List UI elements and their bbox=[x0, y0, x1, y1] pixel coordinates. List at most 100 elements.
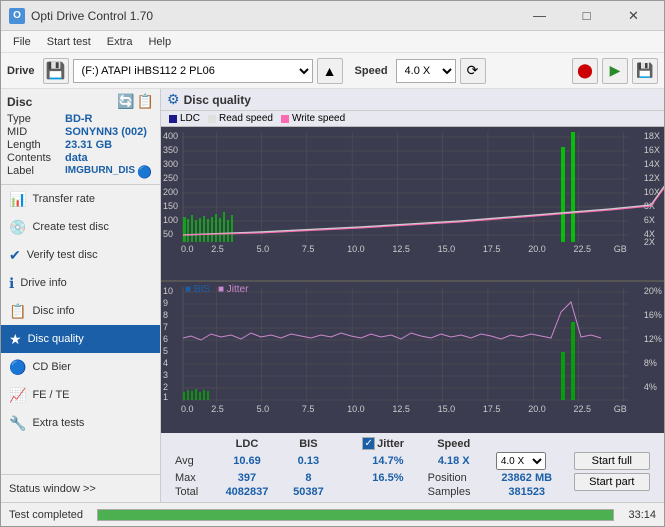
disc-panel-title: Disc bbox=[7, 95, 117, 109]
chart-bis-jitter-svg: 10 9 8 7 6 5 4 3 2 1 20% 16% 12% bbox=[161, 282, 664, 433]
svg-text:250: 250 bbox=[163, 173, 178, 183]
svg-text:2: 2 bbox=[163, 382, 168, 392]
disc-quality-header: ⚙ Disc quality bbox=[161, 89, 664, 111]
sidebar-item-transfer-rate[interactable]: 📊 Transfer rate bbox=[1, 185, 160, 213]
svg-text:100: 100 bbox=[163, 215, 178, 225]
sidebar-item-verify-test-disc[interactable]: ✔ Verify test disc bbox=[1, 241, 160, 269]
status-time: 33:14 bbox=[628, 509, 656, 521]
menubar: File Start test Extra Help bbox=[1, 31, 664, 53]
chart-bis-jitter: ■ BIS ■ Jitter 10 9 8 7 6 5 4 3 bbox=[161, 282, 664, 433]
eject-button[interactable]: ▲ bbox=[317, 58, 343, 84]
svg-text:10.0: 10.0 bbox=[347, 244, 365, 254]
start-full-button[interactable]: Start full bbox=[574, 452, 650, 470]
sidebar-item-label: Disc quality bbox=[28, 333, 84, 345]
svg-text:GB: GB bbox=[614, 244, 627, 254]
svg-text:5: 5 bbox=[163, 346, 168, 356]
speed-select[interactable]: 4.0 X bbox=[396, 59, 456, 83]
maximize-button[interactable]: □ bbox=[564, 1, 609, 31]
sidebar-item-fe-te[interactable]: 📈 FE / TE bbox=[1, 381, 160, 409]
sidebar-item-disc-info[interactable]: 📋 Disc info bbox=[1, 297, 160, 325]
statusbar: Test completed 33:14 bbox=[1, 502, 664, 526]
disc-label-row: Label IMGBURN_DIS 🔵 bbox=[7, 165, 154, 179]
sidebar-item-label: Extra tests bbox=[32, 417, 84, 429]
disc-quality-icon: ★ bbox=[9, 331, 22, 348]
stop-button[interactable]: ⬤ bbox=[572, 58, 598, 84]
svg-text:8: 8 bbox=[163, 310, 168, 320]
status-window-button[interactable]: Status window >> bbox=[1, 474, 160, 502]
svg-text:8%: 8% bbox=[644, 358, 657, 368]
svg-text:50: 50 bbox=[163, 229, 173, 239]
app-icon: O bbox=[9, 8, 25, 24]
legend-ldc: LDC bbox=[169, 113, 200, 124]
svg-text:GB: GB bbox=[614, 404, 627, 414]
menu-start-test[interactable]: Start test bbox=[39, 34, 99, 50]
menu-help[interactable]: Help bbox=[140, 34, 179, 50]
svg-text:20.0: 20.0 bbox=[528, 404, 546, 414]
legend-read-speed: Read speed bbox=[208, 113, 273, 124]
bis-legend-label: ■ BIS bbox=[185, 284, 210, 295]
svg-text:17.5: 17.5 bbox=[483, 244, 501, 254]
svg-text:7: 7 bbox=[163, 322, 168, 332]
svg-text:7.5: 7.5 bbox=[302, 244, 315, 254]
minimize-button[interactable]: — bbox=[517, 1, 562, 31]
svg-text:0.0: 0.0 bbox=[181, 404, 194, 414]
svg-text:15.0: 15.0 bbox=[438, 404, 456, 414]
disc-info-icon: 📋 bbox=[9, 303, 26, 320]
drive-select[interactable]: (F:) ATAPI iHBS112 2 PL06 bbox=[73, 59, 313, 83]
ldc-color bbox=[169, 115, 177, 123]
legend-write-speed: Write speed bbox=[281, 113, 345, 124]
svg-text:15.0: 15.0 bbox=[438, 244, 456, 254]
svg-text:14X: 14X bbox=[644, 159, 660, 169]
sidebar-item-label: Create test disc bbox=[32, 221, 108, 233]
menu-file[interactable]: File bbox=[5, 34, 39, 50]
drive-info-icon: ℹ bbox=[9, 275, 14, 292]
disc-quality-header-icon: ⚙ bbox=[167, 91, 180, 108]
sidebar-item-drive-info[interactable]: ℹ Drive info bbox=[1, 269, 160, 297]
drive-icon-btn[interactable]: 💾 bbox=[43, 58, 69, 84]
refresh-button[interactable]: ⟳ bbox=[460, 58, 486, 84]
svg-text:5.0: 5.0 bbox=[257, 244, 270, 254]
fe-te-icon: 📈 bbox=[9, 387, 26, 404]
svg-text:7.5: 7.5 bbox=[302, 404, 315, 414]
svg-text:400: 400 bbox=[163, 131, 178, 141]
disc-info-icon[interactable]: 📋 bbox=[137, 93, 154, 110]
start-part-button[interactable]: Start part bbox=[574, 473, 650, 491]
svg-text:12%: 12% bbox=[644, 334, 662, 344]
jitter-checkbox[interactable]: ✓ bbox=[362, 437, 375, 450]
menu-extra[interactable]: Extra bbox=[99, 34, 141, 50]
jitter-legend-label: ■ Jitter bbox=[218, 284, 249, 295]
svg-text:12.5: 12.5 bbox=[392, 244, 410, 254]
svg-text:1: 1 bbox=[163, 392, 168, 402]
window-controls: — □ ✕ bbox=[517, 1, 656, 31]
sidebar-item-extra-tests[interactable]: 🔧 Extra tests bbox=[1, 409, 160, 437]
stats-area: LDC BIS ✓ Jitter Speed Av bbox=[161, 433, 664, 502]
extra-tests-icon: 🔧 bbox=[9, 415, 26, 432]
sidebar-item-label: Drive info bbox=[20, 277, 66, 289]
transfer-rate-icon: 📊 bbox=[9, 191, 26, 208]
right-panel: ⚙ Disc quality LDC Read speed Write spee… bbox=[161, 89, 664, 502]
svg-text:2.5: 2.5 bbox=[211, 404, 224, 414]
svg-text:16X: 16X bbox=[644, 145, 660, 155]
status-text: Test completed bbox=[9, 509, 83, 521]
sidebar-item-disc-quality[interactable]: ★ Disc quality bbox=[1, 325, 160, 353]
svg-text:20%: 20% bbox=[644, 286, 662, 296]
speed-select-stats[interactable]: 4.0 X bbox=[496, 452, 546, 470]
svg-text:0.0: 0.0 bbox=[181, 244, 194, 254]
svg-text:12X: 12X bbox=[644, 173, 660, 183]
svg-text:10.0: 10.0 bbox=[347, 404, 365, 414]
disc-label-icon[interactable]: 🔵 bbox=[137, 165, 152, 179]
sidebar-item-label: FE / TE bbox=[32, 389, 69, 401]
drive-label: Drive bbox=[7, 65, 35, 77]
svg-text:6: 6 bbox=[163, 334, 168, 344]
close-button[interactable]: ✕ bbox=[611, 1, 656, 31]
sidebar-item-create-test-disc[interactable]: 💿 Create test disc bbox=[1, 213, 160, 241]
svg-text:4%: 4% bbox=[644, 382, 657, 392]
play-button[interactable]: ▶ bbox=[602, 58, 628, 84]
svg-text:10: 10 bbox=[163, 286, 173, 296]
sidebar-item-cd-bier[interactable]: 🔵 CD Bier bbox=[1, 353, 160, 381]
sidebar-item-label: Disc info bbox=[32, 305, 74, 317]
svg-text:17.5: 17.5 bbox=[483, 404, 501, 414]
disc-refresh-icon[interactable]: 🔄 bbox=[117, 93, 134, 110]
save-button[interactable]: 💾 bbox=[632, 58, 658, 84]
svg-text:9: 9 bbox=[163, 298, 168, 308]
